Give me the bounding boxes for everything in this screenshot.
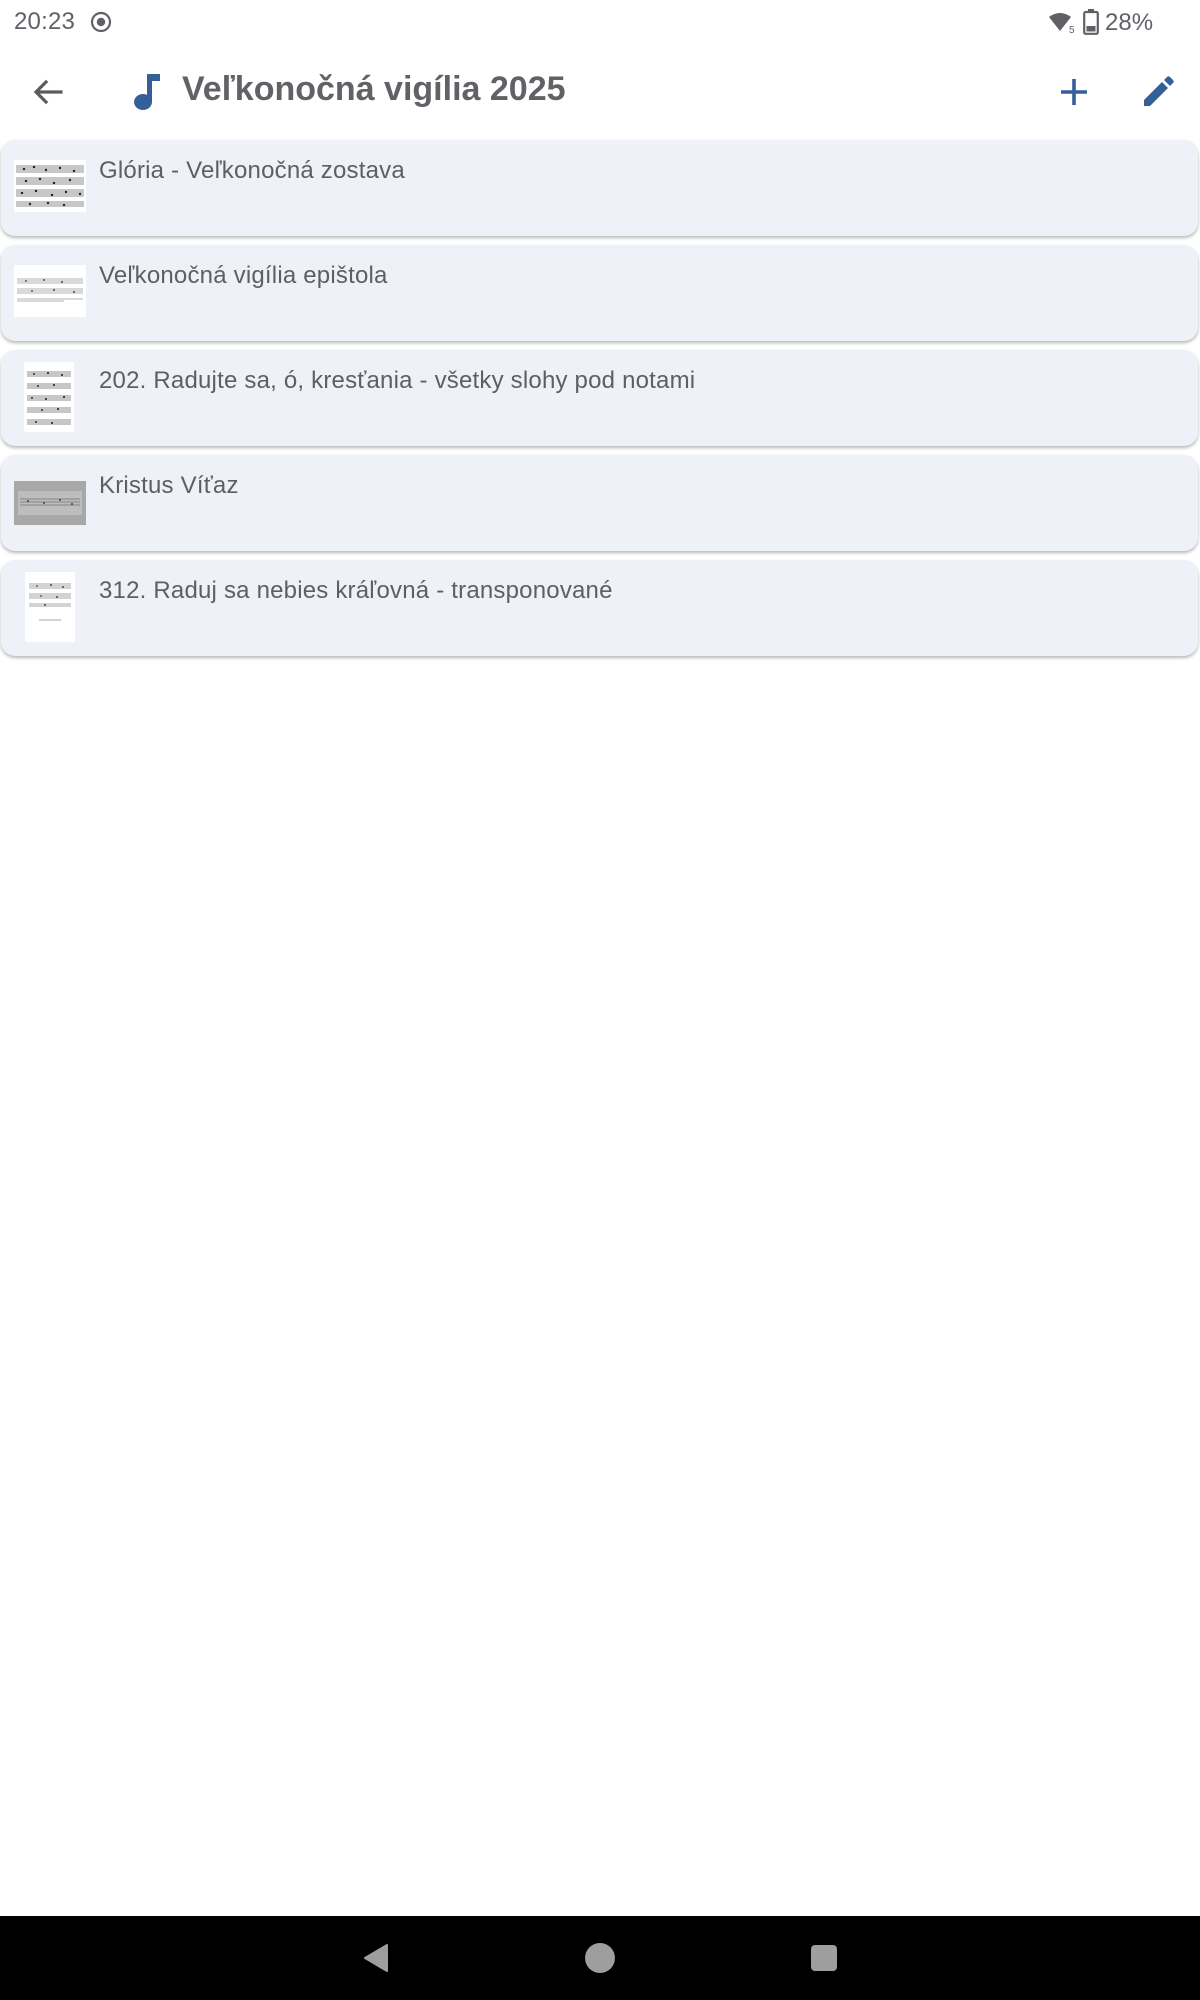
- status-bar: 20:23 5 28%: [0, 0, 1200, 44]
- nav-back-icon: [364, 1944, 388, 1972]
- nav-home-icon: [585, 1943, 615, 1973]
- sheet-music-photo-thumbnail: [14, 481, 86, 525]
- system-nav-bar: [0, 1916, 1200, 2000]
- song-list-item[interactable]: Glória - Veľkonočná zostava: [1, 140, 1198, 236]
- add-button[interactable]: [1046, 64, 1102, 120]
- status-time: 20:23: [14, 8, 76, 35]
- page-title: Veľkonočná vigília 2025: [182, 70, 566, 108]
- song-title: Kristus Víťaz: [99, 472, 239, 499]
- app-bar: Veľkonočná vigília 2025: [0, 44, 1200, 140]
- song-title: Veľkonočná vigília epištola: [99, 262, 388, 289]
- edit-pencil-icon: [1144, 76, 1174, 106]
- nav-recents-button[interactable]: [796, 1930, 852, 1986]
- battery-percentage: 28%: [1105, 9, 1154, 36]
- wifi-icon: 5: [1049, 13, 1075, 34]
- song-title: Glória - Veľkonočná zostava: [99, 157, 405, 184]
- back-arrow-icon: [33, 79, 63, 105]
- nav-recents-icon: [811, 1945, 837, 1971]
- sheet-music-thumbnail: [24, 362, 74, 432]
- nav-back-button[interactable]: [348, 1930, 404, 1986]
- sheet-music-thumbnail: [14, 160, 86, 212]
- song-list-item[interactable]: Kristus Víťaz: [1, 455, 1198, 551]
- battery-icon: [1083, 9, 1099, 35]
- song-list-item[interactable]: Veľkonočná vigília epištola: [1, 245, 1198, 341]
- screen: 20:23 5 28% Veľkonočná vigília 2025 Glór…: [0, 0, 1200, 2000]
- song-list-item[interactable]: 312. Raduj sa nebies kráľovná - transpon…: [1, 560, 1198, 656]
- edit-button[interactable]: [1130, 64, 1186, 120]
- sheet-music-thumbnail: [25, 572, 75, 642]
- music-note-icon: [134, 74, 160, 110]
- svg-text:5: 5: [1069, 25, 1075, 34]
- song-title: 312. Raduj sa nebies kráľovná - transpon…: [99, 577, 613, 604]
- song-list-item[interactable]: 202. Radujte sa, ó, kresťania - všetky s…: [1, 350, 1198, 446]
- screen-record-icon: [90, 11, 112, 33]
- song-title: 202. Radujte sa, ó, kresťania - všetky s…: [99, 367, 696, 394]
- sheet-music-thumbnail: [14, 265, 86, 317]
- add-icon: [1061, 79, 1087, 105]
- nav-home-button[interactable]: [572, 1930, 628, 1986]
- back-button[interactable]: [20, 64, 76, 120]
